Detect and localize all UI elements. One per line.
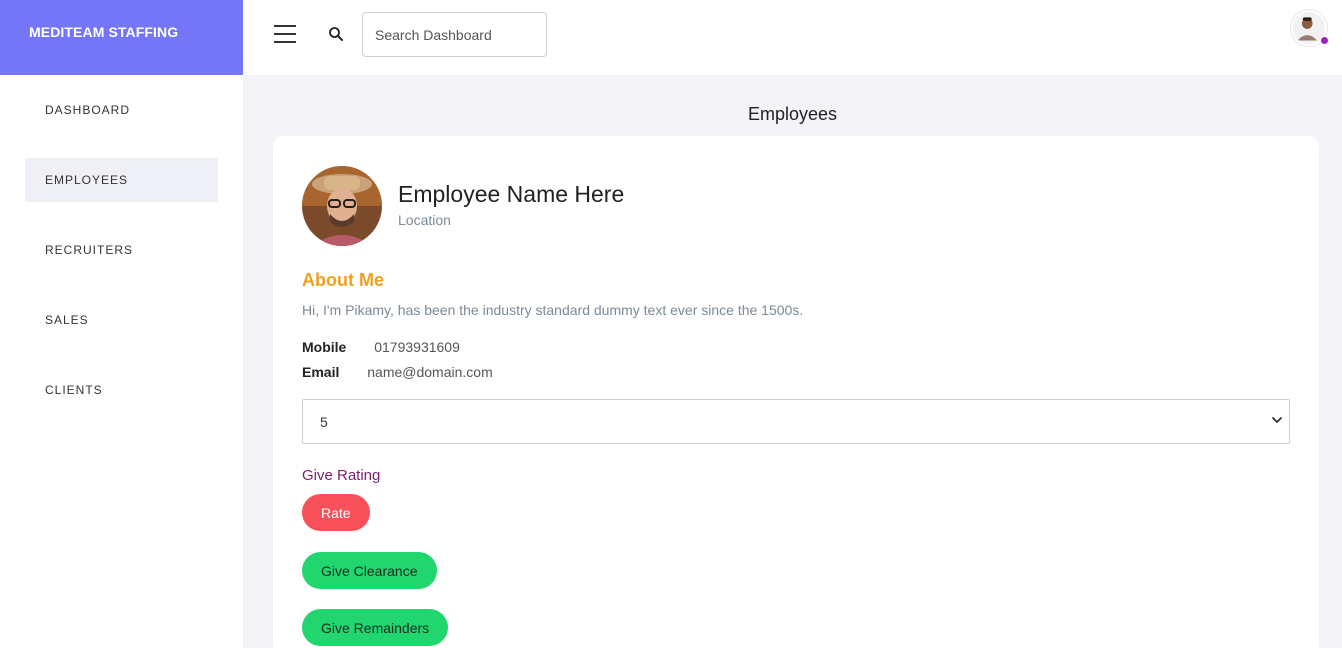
sidebar-item-sales[interactable]: SALES — [25, 298, 218, 342]
sidebar-nav: DASHBOARD EMPLOYEES RECRUITERS SALES CLI… — [0, 75, 243, 412]
sidebar: MEDITEAM STAFFING DASHBOARD EMPLOYEES RE… — [0, 0, 243, 648]
rating-select-value: 5 — [320, 413, 328, 430]
sidebar-item-dashboard[interactable]: DASHBOARD — [25, 88, 218, 132]
search-icon[interactable] — [327, 25, 345, 43]
give-clearance-button[interactable]: Give Clearance — [302, 552, 437, 589]
brand-logo[interactable]: MEDITEAM STAFFING — [0, 0, 243, 75]
sidebar-item-clients[interactable]: CLIENTS — [25, 368, 218, 412]
mobile-value: 01793931609 — [374, 339, 460, 355]
give-rating-label: Give Rating — [302, 467, 381, 484]
rating-select[interactable]: 5 — [302, 399, 1290, 444]
email-row: Email name@domain.com — [302, 364, 493, 380]
user-avatar-icon[interactable] — [1291, 10, 1328, 46]
chevron-down-icon — [1272, 417, 1282, 423]
employee-photo — [302, 166, 382, 246]
about-heading: About Me — [302, 270, 384, 290]
search-input[interactable] — [362, 12, 547, 57]
menu-icon[interactable] — [274, 25, 296, 43]
mobile-label: Mobile — [302, 339, 347, 355]
employee-location: Location — [398, 212, 451, 228]
employee-name: Employee Name Here — [398, 181, 625, 207]
employee-profile-card: Employee Name Here Location About Me Hi,… — [273, 136, 1319, 648]
about-text: Hi, I'm Pikamy, has been the industry st… — [302, 302, 804, 318]
email-label: Email — [302, 364, 340, 380]
mobile-row: Mobile 01793931609 — [302, 339, 460, 355]
sidebar-item-recruiters[interactable]: RECRUITERS — [25, 228, 218, 272]
rate-button[interactable]: Rate — [302, 494, 370, 531]
give-remainders-button[interactable]: Give Remainders — [302, 609, 449, 646]
page-title: Employees — [747, 104, 838, 124]
top-bar — [243, 0, 1342, 75]
online-status-dot — [1321, 37, 1328, 44]
email-value: name@domain.com — [367, 364, 493, 380]
sidebar-item-employees[interactable]: EMPLOYEES — [25, 158, 218, 202]
